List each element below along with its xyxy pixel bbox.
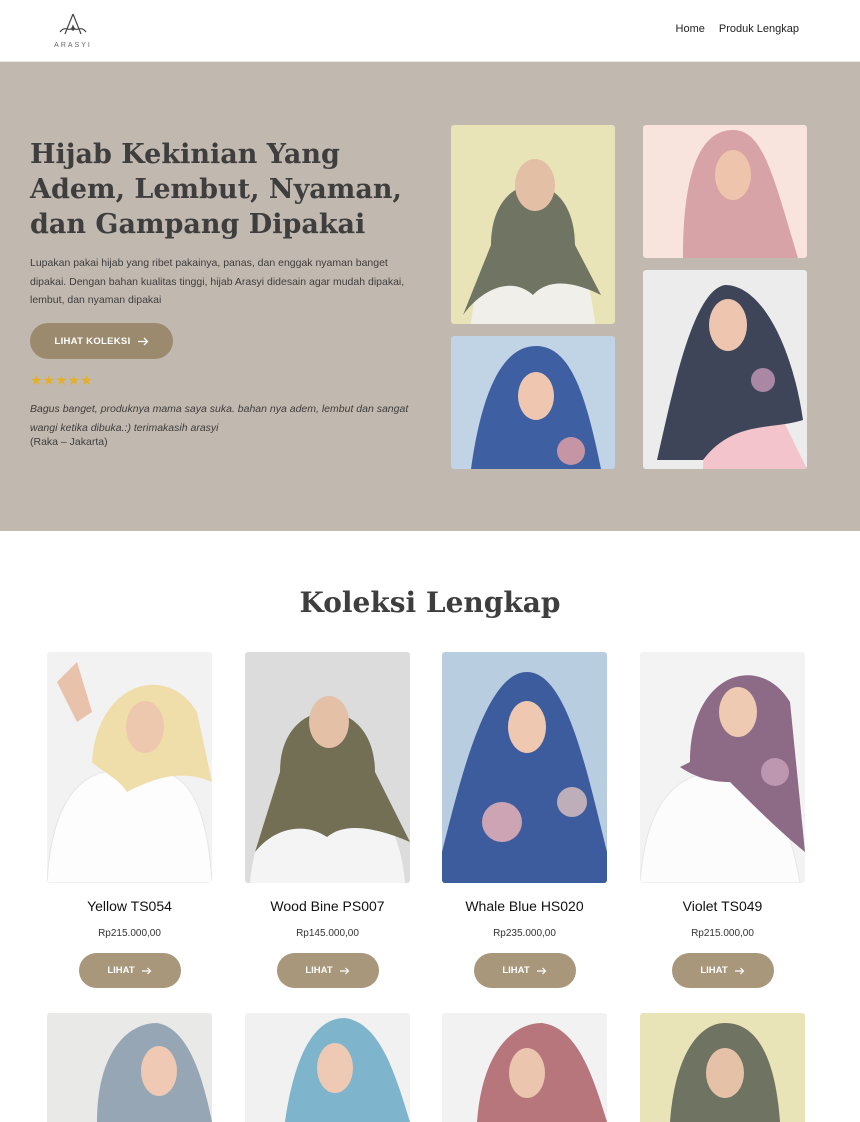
testimonial-text: Bagus banget, produknya mama saya suka. … [30, 403, 409, 434]
product-image[interactable] [245, 652, 410, 883]
lihat-koleksi-button[interactable]: LIHAT KOLEKSI [30, 323, 173, 359]
main-nav: Home Produk Lengkap [676, 23, 799, 35]
hero-image-blue-hijab [451, 336, 615, 469]
product-image[interactable] [442, 652, 607, 883]
product-price: Rp215.000,00 [98, 928, 161, 939]
product-card: Yellow TS054 Rp215.000,00 LIHAT [47, 652, 212, 988]
product-price: Rp235.000,00 [493, 928, 556, 939]
product-price: Rp215.000,00 [691, 928, 754, 939]
product-name[interactable]: Whale Blue HS020 [442, 898, 607, 916]
lihat-button[interactable]: LIHAT [473, 953, 576, 988]
nav-produk-lengkap[interactable]: Produk Lengkap [719, 23, 799, 35]
lihat-label: LIHAT [502, 965, 530, 976]
nav-home[interactable]: Home [676, 23, 705, 35]
lihat-label: LIHAT [305, 965, 333, 976]
hero-section: Hijab Kekinian Yang Adem, Lembut, Nyaman… [0, 62, 860, 531]
lihat-button[interactable]: LIHAT [78, 953, 181, 988]
product-card: Violet TS049 Rp215.000,00 LIHAT [640, 652, 805, 988]
product-image[interactable] [640, 1013, 805, 1122]
arrow-right-icon [536, 967, 546, 974]
testimonial-author: (Raka – Jakarta) [30, 436, 108, 448]
arrow-right-icon [141, 967, 151, 974]
arrow-right-icon [734, 967, 744, 974]
lihat-label: LIHAT [107, 965, 135, 976]
lihat-button[interactable]: LIHAT [276, 953, 379, 988]
product-card: Wood Bine PS007 Rp145.000,00 LIHAT [245, 652, 410, 988]
product-image[interactable] [47, 652, 212, 883]
arrow-right-icon [137, 337, 148, 345]
hero-image-navy-hijab [643, 270, 807, 469]
arasyi-logo-icon [59, 13, 87, 35]
hero-title: Hijab Kekinian Yang Adem, Lembut, Nyaman… [30, 139, 402, 240]
rating-stars: ★★★★★ [30, 372, 93, 388]
brand-logo[interactable]: ARASYI [52, 12, 94, 52]
product-image[interactable] [442, 1013, 607, 1122]
hero-image-pink-hijab [643, 125, 807, 258]
lihat-button[interactable]: LIHAT [671, 953, 774, 988]
site-header: ARASYI Home Produk Lengkap [0, 0, 860, 62]
cta-label: LIHAT KOLEKSI [54, 335, 131, 347]
product-name[interactable]: Wood Bine PS007 [245, 898, 410, 916]
product-image[interactable] [47, 1013, 212, 1122]
arrow-right-icon [339, 967, 349, 974]
product-price: Rp145.000,00 [296, 928, 359, 939]
logo-text: ARASYI [54, 42, 92, 49]
product-name[interactable]: Violet TS049 [640, 898, 805, 916]
hero-description: Lupakan pakai hijab yang ribet pakainya,… [30, 257, 405, 306]
product-image[interactable] [245, 1013, 410, 1122]
product-image[interactable] [640, 652, 805, 883]
product-name[interactable]: Yellow TS054 [47, 898, 212, 916]
collection-title: Koleksi Lengkap [299, 586, 561, 619]
hero-image-olive-hijab [451, 125, 615, 324]
lihat-label: LIHAT [700, 965, 728, 976]
product-card: Whale Blue HS020 Rp235.000,00 LIHAT [442, 652, 607, 988]
